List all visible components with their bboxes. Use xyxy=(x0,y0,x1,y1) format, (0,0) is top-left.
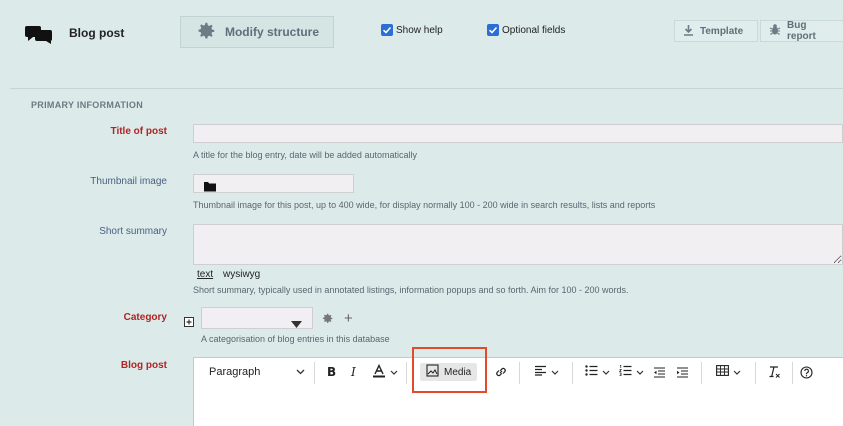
bullet-list-icon xyxy=(585,365,598,379)
media-button-highlight xyxy=(412,347,487,393)
numbered-list-icon xyxy=(618,365,632,379)
outdent-icon[interactable] xyxy=(653,358,666,386)
align-left-icon xyxy=(534,365,547,379)
gear-icon xyxy=(195,20,217,45)
folder-icon xyxy=(203,179,217,197)
toolbar-separator xyxy=(519,362,520,384)
italic-icon[interactable]: I xyxy=(351,358,356,386)
thumbnail-help: Thumbnail image for this post, up to 400… xyxy=(193,200,656,210)
toolbar-separator xyxy=(572,362,573,384)
bold-icon[interactable]: B xyxy=(327,358,336,386)
optional-fields-label: Optional fields xyxy=(502,24,566,36)
modify-structure-label: Modify structure xyxy=(224,25,319,39)
template-label: Template xyxy=(700,25,744,37)
indent-icon[interactable] xyxy=(676,358,689,386)
chevron-down-icon xyxy=(390,368,398,377)
show-help-label: Show help xyxy=(396,24,443,36)
category-label: Category xyxy=(123,312,167,323)
chevron-down-icon xyxy=(551,368,559,377)
show-help-checkbox[interactable]: Show help xyxy=(381,24,443,36)
help-icon[interactable] xyxy=(800,358,813,386)
bullet-list-dropdown[interactable] xyxy=(585,358,610,386)
chevron-down-icon xyxy=(636,368,644,377)
blog-post-label: Blog post xyxy=(120,360,167,371)
summary-help: Short summary, typically used in annotat… xyxy=(193,285,629,295)
summary-text-mode-link[interactable]: text xyxy=(197,269,213,280)
top-bar: Blog post Modify structure Show help Opt… xyxy=(0,0,843,72)
block-format-dropdown[interactable]: Paragraph xyxy=(209,358,305,386)
bug-report-button[interactable]: Bug report xyxy=(760,20,843,42)
title-help: A title for the blog entry, date will be… xyxy=(193,150,417,160)
thumbnail-label: Thumbnail image xyxy=(90,176,167,187)
toolbar-separator xyxy=(755,362,756,384)
table-dropdown[interactable] xyxy=(716,358,741,386)
chevron-down-icon xyxy=(733,368,741,377)
link-icon[interactable] xyxy=(494,358,508,386)
bug-icon xyxy=(769,23,781,39)
category-help: A categorisation of blog entries in this… xyxy=(201,334,390,344)
optional-fields-checkbox[interactable]: Optional fields xyxy=(487,24,565,36)
bug-report-label: Bug report xyxy=(787,20,816,42)
editor-toolbar: Paragraph B I Media xyxy=(193,357,843,387)
template-button[interactable]: Template xyxy=(674,20,758,42)
numbered-list-dropdown[interactable] xyxy=(618,358,644,386)
blog-post-icon xyxy=(24,24,54,49)
summary-textarea[interactable] xyxy=(193,224,843,265)
modify-structure-button[interactable]: Modify structure xyxy=(180,16,334,48)
text-color-icon xyxy=(372,363,386,381)
editor-content-area[interactable] xyxy=(193,386,843,426)
page-title: Blog post xyxy=(69,26,125,40)
category-select[interactable] xyxy=(201,307,313,329)
add-category-plus-icon[interactable]: + xyxy=(344,310,353,327)
toolbar-separator xyxy=(314,362,315,384)
thumbnail-file-picker[interactable] xyxy=(193,174,354,193)
chevron-down-icon xyxy=(296,366,305,378)
text-color-button[interactable] xyxy=(372,358,398,386)
toolbar-separator xyxy=(406,362,407,384)
align-dropdown[interactable] xyxy=(534,358,559,386)
section-divider xyxy=(10,88,843,89)
chevron-down-icon xyxy=(602,368,610,377)
toolbar-separator xyxy=(701,362,702,384)
table-icon xyxy=(716,365,729,379)
clear-formatting-icon[interactable] xyxy=(767,358,781,386)
summary-label: Short summary xyxy=(99,226,167,237)
dropdown-arrow-icon xyxy=(291,315,302,333)
section-title: PRIMARY INFORMATION xyxy=(31,100,144,110)
block-format-value: Paragraph xyxy=(209,366,261,378)
download-icon xyxy=(683,24,694,39)
toolbar-separator xyxy=(792,362,793,384)
checkmark-icon xyxy=(487,24,499,36)
summary-wysiwyg-mode-link[interactable]: wysiwyg xyxy=(223,269,260,280)
category-settings-gear-icon[interactable] xyxy=(321,312,334,330)
title-label: Title of post xyxy=(110,126,167,137)
checkmark-icon xyxy=(381,24,393,36)
expand-icon[interactable] xyxy=(184,314,194,332)
title-input[interactable] xyxy=(193,124,843,143)
